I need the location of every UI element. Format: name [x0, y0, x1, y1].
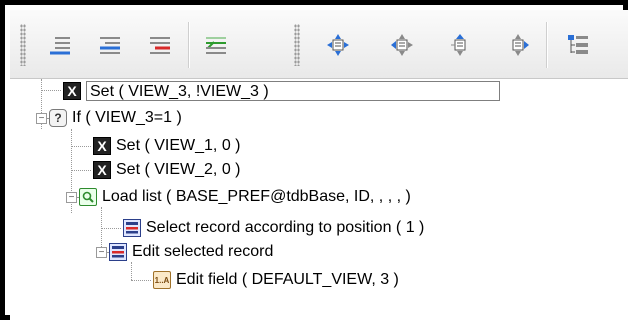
tree-connector	[71, 146, 91, 147]
node-label: Set ( VIEW_2, 0 )	[116, 161, 241, 178]
toolbar-separator	[546, 22, 548, 68]
question-icon: ?	[49, 109, 67, 127]
tree-node-set-view1[interactable]: X Set ( VIEW_1, 0 )	[93, 135, 240, 157]
collapse-toggle[interactable]: −	[36, 113, 47, 124]
toolbar	[10, 10, 628, 79]
load-list-icon	[79, 188, 97, 206]
node-label: Load list ( BASE_PREF@tdbBase, ID, , , ,…	[102, 188, 411, 205]
tree-node-load-list[interactable]: Load list ( BASE_PREF@tdbBase, ID, , , ,…	[79, 186, 411, 208]
x-command-icon: X	[93, 137, 111, 155]
toolbar-grip[interactable]	[294, 24, 300, 66]
tree-connector	[101, 228, 121, 229]
field-icon: 1..A	[153, 271, 171, 289]
list-delete-icon[interactable]	[144, 30, 176, 60]
tree-node-select-record[interactable]: Select record according to position ( 1 …	[123, 217, 424, 239]
collapse-toggle[interactable]: −	[96, 247, 107, 258]
tree-node-edit-field[interactable]: 1..A Edit field ( DEFAULT_VIEW, 3 )	[153, 269, 399, 291]
record-icon	[109, 243, 127, 261]
tree-node-if[interactable]: ? If ( VIEW_3=1 )	[49, 107, 182, 129]
node-label: If ( VIEW_3=1 )	[72, 109, 182, 126]
node-edit-field[interactable]: Set ( VIEW_3, !VIEW_3 )	[86, 81, 500, 101]
tree-view-icon[interactable]	[562, 30, 594, 60]
node-label: Edit field ( DEFAULT_VIEW, 3 )	[176, 271, 399, 288]
window-frame: − − − X Set ( VIEW_3, !VIEW_3 ) ? If ( V…	[0, 0, 628, 320]
move-all-icon[interactable]	[322, 30, 354, 60]
tree-connector	[131, 280, 151, 281]
tree-connector	[41, 90, 61, 91]
tree-node-set-view2[interactable]: X Set ( VIEW_2, 0 )	[93, 159, 240, 181]
x-command-icon: X	[63, 82, 81, 100]
toolbar-separator	[188, 22, 190, 68]
tree-connector	[71, 170, 91, 171]
move-left-icon[interactable]	[386, 30, 418, 60]
list-outdent-icon[interactable]	[94, 30, 126, 60]
move-up-icon[interactable]	[444, 30, 476, 60]
node-label: Edit selected record	[132, 243, 274, 260]
command-tree[interactable]: − − − X Set ( VIEW_3, !VIEW_3 ) ? If ( V…	[10, 79, 628, 320]
node-label: Select record according to position ( 1 …	[146, 219, 425, 236]
list-comment-icon[interactable]	[200, 30, 232, 60]
tree-node-edit-record[interactable]: Edit selected record	[109, 241, 273, 263]
record-icon	[123, 219, 141, 237]
list-indent-icon[interactable]	[44, 30, 76, 60]
toolbar-grip[interactable]	[20, 24, 26, 66]
x-command-icon: X	[93, 161, 111, 179]
tree-node-set-view3[interactable]: X Set ( VIEW_3, !VIEW_3 )	[63, 80, 500, 102]
node-label: Set ( VIEW_1, 0 )	[116, 137, 241, 154]
move-right-icon[interactable]	[502, 30, 534, 60]
tree-connector	[131, 262, 132, 280]
collapse-toggle[interactable]: −	[66, 192, 77, 203]
